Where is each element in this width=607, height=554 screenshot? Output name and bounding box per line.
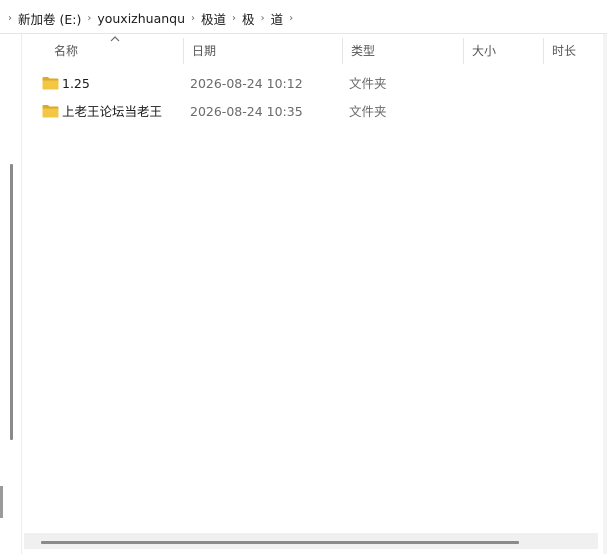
file-date: 2026-08-24 10:35 (190, 104, 303, 119)
right-edge (603, 34, 607, 554)
file-date: 2026-08-24 10:12 (190, 76, 303, 91)
column-header-duration-label: 时长 (552, 44, 577, 58)
breadcrumb-item-youxizhuanqu[interactable]: youxizhuanqu (95, 10, 187, 27)
address-bar[interactable]: › 新加卷 (E:) › youxizhuanqu › 极道 › 极 › 道 › (0, 0, 607, 34)
file-type: 文件夹 (349, 76, 387, 91)
chevron-right-icon[interactable]: › (188, 13, 198, 24)
file-name: 1.25 (62, 76, 90, 91)
list-item[interactable]: 上老王论坛当老王 2026-08-24 10:35 文件夹 (22, 98, 607, 126)
navigation-pane-edge (0, 34, 22, 554)
column-header-duration[interactable]: 时长 (544, 34, 607, 68)
chevron-right-icon[interactable]: › (258, 13, 268, 24)
breadcrumb-item-ji[interactable]: 极 (240, 8, 257, 29)
horizontal-scrollbar-thumb[interactable] (41, 541, 519, 544)
breadcrumb-item-jidao[interactable]: 极道 (199, 8, 228, 29)
column-header-date[interactable]: 日期 (184, 34, 343, 68)
file-list: 1.25 2026-08-24 10:12 文件夹 上老王论坛当老王 2026-… (22, 70, 607, 126)
column-header-size[interactable]: 大小 (464, 34, 544, 68)
horizontal-scrollbar[interactable] (24, 533, 598, 549)
chevron-right-icon[interactable]: › (229, 13, 239, 24)
chevron-right-icon[interactable]: › (5, 13, 15, 24)
column-header-name-label: 名称 (54, 44, 79, 58)
file-type: 文件夹 (349, 104, 387, 119)
column-header-name[interactable]: 名称 (22, 34, 184, 68)
breadcrumb: › 新加卷 (E:) › youxizhuanqu › 极道 › 极 › 道 › (4, 9, 297, 27)
pane-resize-handle[interactable] (0, 486, 3, 518)
chevron-right-icon[interactable]: › (286, 13, 296, 24)
breadcrumb-item-drive[interactable]: 新加卷 (E:) (16, 8, 83, 29)
folder-icon (42, 105, 59, 118)
file-name: 上老王论坛当老王 (62, 104, 163, 119)
navigation-pane-scrollbar[interactable] (10, 164, 13, 440)
column-header-type-label: 类型 (351, 44, 376, 58)
file-explorer-window: › 新加卷 (E:) › youxizhuanqu › 极道 › 极 › 道 ›… (0, 0, 607, 554)
column-header-row: 名称 日期 类型 大小 时长 (22, 34, 607, 68)
column-header-date-label: 日期 (192, 44, 217, 58)
list-item[interactable]: 1.25 2026-08-24 10:12 文件夹 (22, 70, 607, 98)
breadcrumb-item-dao[interactable]: 道 (269, 8, 286, 29)
column-header-size-label: 大小 (472, 44, 497, 58)
column-header-type[interactable]: 类型 (343, 34, 464, 68)
sort-ascending-icon (110, 36, 120, 42)
folder-icon (42, 77, 59, 90)
chevron-right-icon[interactable]: › (84, 13, 94, 24)
